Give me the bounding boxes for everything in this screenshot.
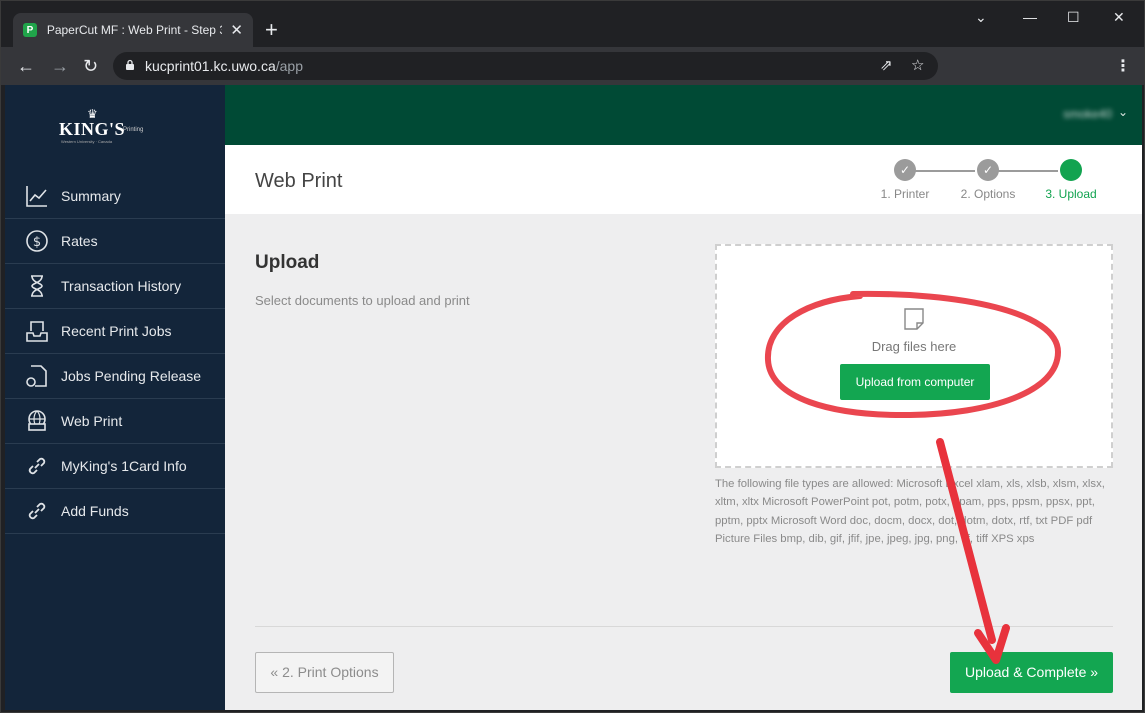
svg-text:$: $ [33, 235, 41, 250]
maximize-icon[interactable]: ☐ [1067, 9, 1080, 26]
step-label: 1. Printer [880, 187, 930, 201]
sidebar-item-jobs-pending-release[interactable]: Jobs Pending Release [5, 354, 225, 399]
browser-tab[interactable]: P PaperCut MF : Web Print - Step 3 ✕ [13, 13, 253, 47]
sidebar: ♛ KING'S Printing Western University · C… [5, 85, 225, 710]
print-options-back-button[interactable]: « 2. Print Options [255, 652, 394, 693]
sidebar-item-label: Summary [61, 188, 121, 204]
upload-complete-button[interactable]: Upload & Complete » [950, 652, 1113, 693]
browser-toolbar: ← → ↻ kucprint01.kc.uwo.ca/app ⇗ ☆ ⋮ [1, 47, 1144, 85]
sidebar-item-web-print[interactable]: Web Print [5, 399, 225, 444]
sidebar-item-recent-print-jobs[interactable]: Recent Print Jobs [5, 309, 225, 354]
chevron-down-icon[interactable]: ⌄ [1118, 105, 1128, 119]
step-printer: ✓ 1. Printer [865, 159, 945, 201]
forward-icon[interactable]: → [51, 56, 69, 77]
menu-dots-icon[interactable]: ⋮ [1115, 56, 1131, 76]
active-step-dot [1060, 159, 1082, 181]
sidebar-item-label: MyKing's 1Card Info [61, 458, 187, 474]
minimize-icon[interactable]: — [1023, 9, 1037, 25]
sidebar-item-label: Jobs Pending Release [61, 368, 202, 384]
page-header: Web Print ✓ 1. Printer ✓ 2. Options 3. U… [225, 145, 1142, 214]
chevron-down-icon[interactable]: ⌄ [975, 9, 987, 26]
bookmark-star-icon[interactable]: ☆ [911, 56, 924, 74]
file-dropzone[interactable]: Drag files here Upload from computer [715, 244, 1113, 468]
sidebar-item-label: Rates [61, 233, 98, 249]
page: ♛ KING'S Printing Western University · C… [5, 85, 1142, 710]
sidebar-nav: Summary $ Rates Transaction History Rece… [5, 174, 225, 534]
chart-line-icon [26, 186, 47, 207]
top-bar: smoke40 ⌄ [225, 85, 1142, 145]
sidebar-item-label: Transaction History [61, 278, 182, 294]
sidebar-item-label: Web Print [61, 413, 123, 429]
upload-description: Select documents to upload and print [255, 293, 470, 308]
globe-printer-icon [28, 410, 46, 431]
drag-files-text: Drag files here [871, 339, 957, 354]
new-tab-icon[interactable]: + [265, 17, 278, 43]
logo-tag: Printing [123, 127, 144, 133]
step-label: 3. Upload [1045, 187, 1097, 201]
logo-text: KING'S [59, 119, 126, 139]
tray-icon [26, 321, 48, 342]
sidebar-item-label: Add Funds [61, 503, 129, 519]
sidebar-item-transaction-history[interactable]: Transaction History [5, 264, 225, 309]
link-icon [28, 502, 46, 520]
upload-heading: Upload [255, 252, 320, 273]
file-icon [904, 308, 924, 330]
check-icon: ✓ [894, 159, 916, 181]
check-icon: ✓ [977, 159, 999, 181]
address-bar[interactable]: kucprint01.kc.uwo.ca/app ⇗ ☆ [113, 52, 938, 80]
step-options: ✓ 2. Options [948, 159, 1028, 201]
share-icon[interactable]: ⇗ [880, 56, 893, 74]
logo-sub: Western University · Canada [61, 139, 113, 144]
document-icon [26, 365, 47, 387]
page-title: Web Print [255, 170, 343, 192]
divider [255, 626, 1113, 627]
hourglass-icon [31, 275, 43, 297]
upload-from-computer-button[interactable]: Upload from computer [840, 364, 990, 400]
url-text: kucprint01.kc.uwo.ca/app [145, 58, 303, 74]
step-label: 2. Options [960, 187, 1016, 201]
allowed-file-types: The following file types are allowed: Mi… [715, 478, 1105, 545]
tab-title: PaperCut MF : Web Print - Step 3 [46, 23, 223, 37]
sidebar-item-add-funds[interactable]: Add Funds [5, 489, 225, 534]
papercut-favicon-icon: P [23, 23, 37, 37]
window-close-icon[interactable]: ✕ [1113, 9, 1125, 26]
close-icon[interactable]: ✕ [230, 21, 243, 39]
link-icon [28, 457, 46, 475]
step-upload: 3. Upload [1031, 159, 1111, 201]
sidebar-item-label: Recent Print Jobs [61, 323, 172, 339]
dollar-icon: $ [26, 230, 48, 252]
sidebar-item-rates[interactable]: $ Rates [5, 219, 225, 264]
username[interactable]: smoke40 [1063, 107, 1112, 121]
tab-strip: P PaperCut MF : Web Print - Step 3 ✕ + ⌄… [1, 1, 1144, 47]
sidebar-item-summary[interactable]: Summary [5, 174, 225, 219]
lock-icon [126, 59, 134, 70]
back-icon[interactable]: ← [17, 56, 35, 77]
reload-icon[interactable]: ↻ [83, 56, 98, 77]
kings-logo: ♛ KING'S Printing Western University · C… [57, 107, 157, 147]
browser-window: P PaperCut MF : Web Print - Step 3 ✕ + ⌄… [0, 0, 1145, 713]
sidebar-item-1card-info[interactable]: MyKing's 1Card Info [5, 444, 225, 489]
